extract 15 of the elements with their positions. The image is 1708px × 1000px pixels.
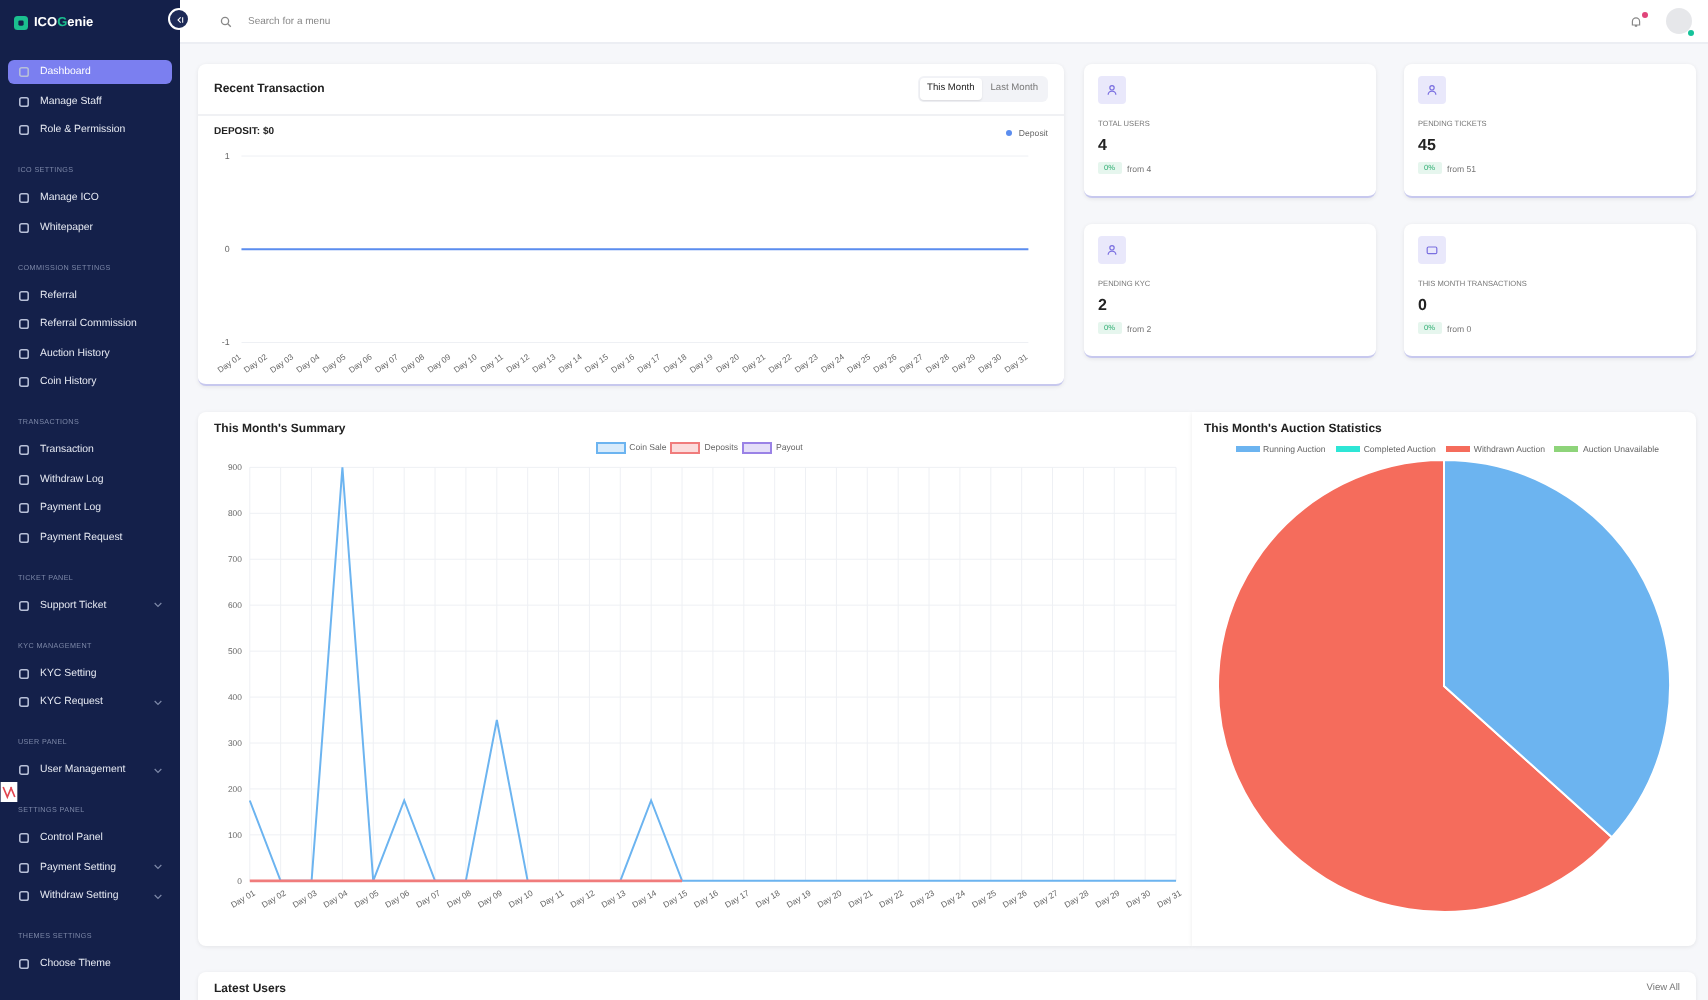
caret-icon — [154, 602, 162, 608]
widget-icon[interactable] — [0, 782, 18, 802]
stat-value: 4 — [1098, 136, 1107, 154]
search-icon — [220, 15, 232, 27]
logo-icon — [14, 15, 28, 29]
caret-icon — [154, 767, 162, 773]
caret-icon — [154, 864, 162, 870]
stat-value: 2 — [1098, 296, 1107, 314]
bell-icon[interactable] — [1630, 15, 1642, 27]
stat-value: 45 — [1418, 136, 1436, 154]
collapse-button[interactable] — [168, 8, 190, 30]
caret-icon — [154, 699, 162, 705]
stat-value: 0 — [1418, 296, 1427, 314]
caret-icon — [154, 893, 162, 899]
collapse-icon — [175, 15, 183, 23]
